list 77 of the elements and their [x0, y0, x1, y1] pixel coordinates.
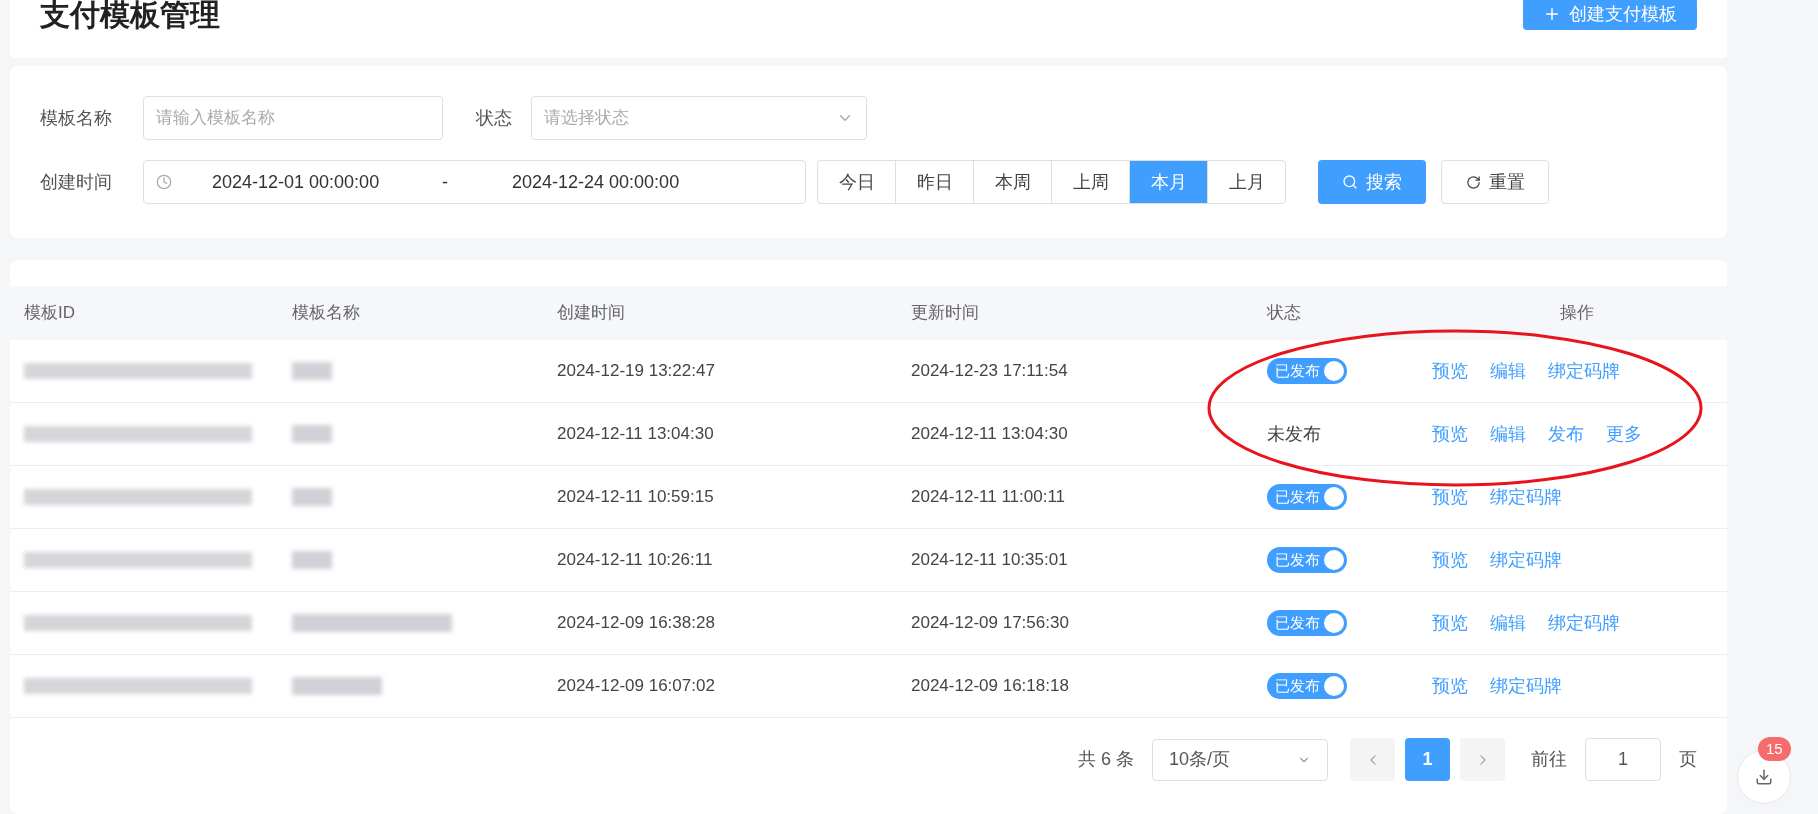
download-icon [1755, 768, 1773, 786]
end-date: 2024-12-24 00:00:00 [512, 170, 680, 194]
filter-label: 状态 [476, 106, 513, 130]
redacted-text [292, 551, 332, 569]
search-button[interactable]: 搜索 [1318, 160, 1426, 204]
table-cell: 2024-12-11 13:04:30 [911, 424, 1068, 444]
redacted-text [292, 362, 332, 380]
date-range-tab[interactable]: 本周 [973, 160, 1052, 204]
filter-label: 模板名称 [40, 106, 113, 130]
date-range-tab[interactable]: 本月 [1129, 160, 1208, 204]
action-link[interactable]: 绑定码牌 [1548, 357, 1620, 385]
template-name-field[interactable]: 请输入模板名称 [143, 96, 443, 140]
date-range-field[interactable]: 2024-12-01 00:00:00 - 2024-12-24 00:00:00 [143, 160, 806, 204]
table-cell: 2024-12-09 16:18:18 [911, 676, 1069, 696]
prev-page-button[interactable] [1350, 738, 1395, 781]
plus-icon [1543, 5, 1561, 23]
page-title: 支付模板管理 [40, 0, 220, 33]
table-cell: 2024-12-09 17:56:30 [911, 613, 1069, 633]
table-cell: 2024-12-11 10:26:11 [557, 550, 713, 570]
date-range-tab[interactable]: 上周 [1051, 160, 1130, 204]
column-header: 更新时间 [911, 303, 979, 323]
clock-icon [156, 174, 172, 190]
action-link[interactable]: 编辑 [1490, 420, 1526, 448]
column-header: 操作 [1560, 303, 1594, 323]
action-link[interactable]: 绑定码牌 [1490, 483, 1562, 511]
action-link[interactable]: 预览 [1432, 420, 1468, 448]
action-link[interactable]: 编辑 [1490, 609, 1526, 637]
column-header: 模板ID [24, 303, 75, 323]
notification-badge: 15 [1758, 737, 1791, 761]
date-range-tab[interactable]: 上月 [1207, 160, 1286, 204]
status-switch[interactable]: 已发布 [1267, 673, 1347, 699]
page-button[interactable]: 1 [1405, 738, 1450, 781]
action-link[interactable]: 预览 [1432, 546, 1468, 574]
action-link[interactable]: 绑定码牌 [1490, 546, 1562, 574]
status-switch[interactable]: 已发布 [1267, 484, 1347, 510]
column-header: 模板名称 [292, 303, 360, 323]
redacted-text [292, 488, 332, 506]
page-suffix: 页 [1679, 748, 1697, 771]
create-template-button[interactable]: 创建支付模板 [1523, 0, 1697, 30]
table-cell: 2024-12-11 10:35:01 [911, 550, 1068, 570]
table-cell: 2024-12-09 16:38:28 [557, 613, 715, 633]
table-cell: 2024-12-09 16:07:02 [557, 676, 715, 696]
action-link[interactable]: 预览 [1432, 672, 1468, 700]
action-link[interactable]: 发布 [1548, 420, 1584, 448]
column-header: 创建时间 [557, 303, 625, 323]
page-size-select[interactable]: 10条/页 [1152, 738, 1328, 781]
status-select[interactable]: 请选择状态 [531, 96, 867, 140]
table-cell: 2024-12-11 11:00:11 [911, 487, 1066, 507]
refresh-icon [1465, 174, 1481, 190]
status-text: 未发布 [1267, 423, 1321, 444]
action-link[interactable]: 预览 [1432, 483, 1468, 511]
next-page-button[interactable] [1460, 738, 1505, 781]
status-switch[interactable]: 已发布 [1267, 547, 1347, 573]
column-header: 状态 [1267, 303, 1301, 323]
status-switch[interactable]: 已发布 [1267, 610, 1347, 636]
reset-button[interactable]: 重置 [1441, 160, 1549, 204]
start-date: 2024-12-01 00:00:00 [212, 170, 381, 194]
redacted-text [292, 425, 332, 443]
action-link[interactable]: 绑定码牌 [1490, 672, 1562, 700]
range-separator: - [442, 170, 449, 194]
goto-page-field[interactable]: 1 [1585, 738, 1661, 781]
action-link[interactable]: 预览 [1432, 609, 1468, 637]
action-link[interactable]: 预览 [1432, 357, 1468, 385]
goto-label: 前往 [1531, 748, 1567, 771]
action-link[interactable]: 编辑 [1490, 357, 1526, 385]
table-cell: 2024-12-19 13:22:47 [557, 361, 715, 381]
date-range-tab[interactable]: 昨日 [895, 160, 974, 204]
table-cell: 2024-12-11 10:59:15 [557, 487, 714, 507]
action-link[interactable]: 更多 [1606, 420, 1642, 448]
table-cell: 2024-12-23 17:11:54 [911, 361, 1068, 381]
action-link[interactable]: 绑定码牌 [1548, 609, 1620, 637]
date-range-tab[interactable]: 今日 [817, 160, 896, 204]
table-cell: 2024-12-11 13:04:30 [557, 424, 714, 444]
status-switch[interactable]: 已发布 [1267, 358, 1347, 384]
total-count: 共 6 条 [1078, 748, 1134, 771]
search-icon [1342, 174, 1358, 190]
filter-label: 创建时间 [40, 170, 113, 194]
